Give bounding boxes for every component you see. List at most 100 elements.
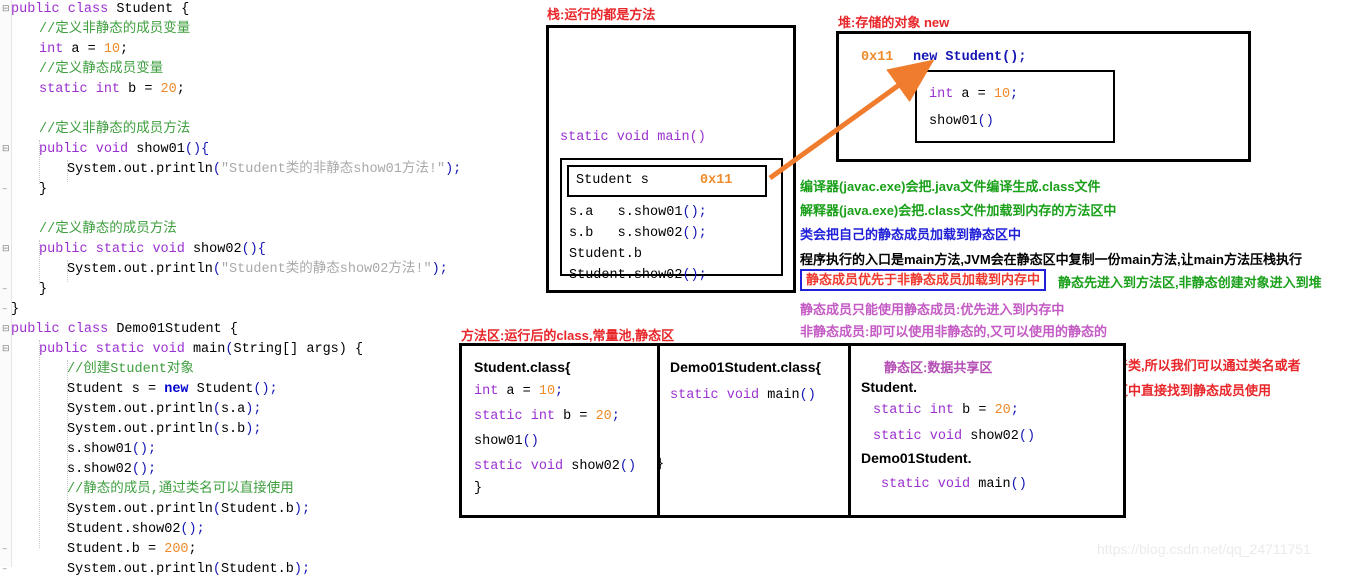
stack-box: static void main() Student s 0x11 s.a s.…: [546, 25, 796, 293]
code-line: }: [39, 180, 47, 200]
code-token: //定义静态成员变量: [39, 62, 164, 77]
code-token: public: [39, 342, 88, 357]
student-class-footer: }: [474, 481, 483, 496]
code-line: public class Student {: [11, 0, 189, 20]
method-area-line: show01(): [474, 434, 539, 449]
code-token: //定义非静态的成员方法: [39, 122, 191, 137]
code-line: public static void main(String[] args) {: [39, 340, 363, 360]
code-editor-pane[interactable]: ⊟ ⊟ – ⊟ – – ⊟ ⊟ – – public class Student { //定义非静态…: [0, 0, 461, 577]
static-area-line: static void show02(): [873, 429, 1036, 444]
note-static-member-rule: 静态成员只能使用静态成员:优先进入到内存中: [800, 302, 1065, 317]
code-line: System.out.println("Student类的静态show02方法!…: [67, 260, 448, 280]
code-token: );: [245, 422, 262, 437]
code-token: ();: [131, 462, 157, 477]
code-token: }: [39, 282, 48, 297]
fold-marker[interactable]: –: [2, 305, 10, 314]
fold-marker[interactable]: ⊟: [2, 345, 10, 354]
heap-field-line: show01(): [929, 114, 994, 129]
code-token: ;: [188, 542, 197, 557]
code-token: System.out.println: [67, 402, 213, 417]
code-token: class: [67, 322, 109, 337]
code-token: (: [212, 402, 221, 417]
code-token: show02: [184, 242, 242, 257]
student-class-lines: int a = 10; static int b = 20; show01() sta…: [474, 379, 636, 479]
method-area-line: int a = 10;: [474, 384, 564, 399]
code-line: System.out.println(s.a);: [67, 400, 261, 420]
stack-reference-slot: Student s 0x11: [567, 165, 767, 197]
stack-usage-line: Student.b: [569, 247, 642, 262]
code-line: //创建Student对象: [67, 360, 194, 380]
code-token: static: [95, 242, 145, 257]
stack-usage-list: s.a s.show01(); s.b s.show02(); Student.b S…: [569, 202, 707, 286]
code-line: public static void show02(){: [39, 240, 266, 260]
code-token: System.out.println: [67, 162, 213, 177]
demo-class-footer: }: [656, 457, 665, 472]
code-token: System.out.println: [67, 562, 213, 577]
stack-usage-line: s.b s.show02();: [569, 226, 707, 241]
code-line: System.out.println(Student.b);: [67, 560, 310, 580]
code-token: //静态的成员,通过类名可以直接使用: [67, 482, 294, 497]
fold-marker[interactable]: ⊟: [2, 245, 10, 254]
heap-object-fields: int a = 10; show01(): [929, 81, 1018, 135]
code-token: void: [152, 242, 185, 257]
code-token: ();: [131, 442, 157, 457]
stack-usage-line: Student.show02();: [569, 268, 707, 283]
note-interpreter: 解释器(java.exe)会把.class文件加载到内存的方法区中: [800, 203, 1117, 218]
code-token: (: [212, 262, 221, 277]
static-area-box: 静态区:数据共享区 Student. static int b = 20; sta…: [848, 343, 1126, 518]
code-token: String: [233, 342, 283, 357]
fold-marker[interactable]: ⊟: [2, 5, 10, 14]
code-token: (){: [184, 142, 210, 157]
code-token: 10: [103, 42, 121, 57]
code-token: Student s =: [67, 382, 165, 397]
code-token: void: [95, 142, 129, 157]
code-token: public: [11, 2, 60, 17]
code-token: (: [212, 162, 221, 177]
code-token: s.a: [220, 402, 246, 417]
code-token: }: [11, 302, 20, 317]
fold-marker[interactable]: –: [2, 545, 10, 554]
code-token: "Student类的非静态show01方法!": [220, 162, 446, 177]
code-token: Student: [108, 2, 182, 17]
code-line: System.out.println(s.b);: [67, 420, 261, 440]
stack-main-frame: Student s 0x11 s.a s.show01(); s.b s.show…: [560, 158, 783, 283]
code-line: System.out.println(Student.b);: [67, 500, 310, 520]
code-token: s.b: [220, 422, 246, 437]
code-token: (: [212, 562, 221, 577]
code-token: System.out.println: [67, 422, 213, 437]
fold-marker[interactable]: –: [2, 185, 10, 194]
code-line: s.show02();: [67, 460, 156, 480]
code-line: public class Demo01Student {: [11, 320, 238, 340]
code-token: Student.b: [220, 562, 294, 577]
code-token: }: [39, 182, 48, 197]
student-class-header: Student.class{: [474, 359, 571, 375]
code-token: int: [95, 82, 121, 97]
static-area-line: static int b = 20;: [873, 403, 1019, 418]
code-token: ();: [180, 522, 205, 537]
heap-address: 0x11: [861, 50, 894, 65]
note-static-vs-nonstatic-area: 静态先进入到方法区,非静态创建对象进入到堆: [1058, 275, 1322, 290]
fold-marker[interactable]: –: [2, 285, 10, 294]
code-token: void: [152, 342, 185, 357]
heap-object-box: int a = 10; show01(): [915, 70, 1115, 143]
code-token: [] args) {: [282, 342, 364, 357]
demo-class-header: Demo01Student.class{: [670, 359, 821, 375]
code-line: Student.show02();: [67, 520, 205, 540]
code-token: Student: [188, 382, 254, 397]
fold-marker[interactable]: ⊟: [2, 145, 10, 154]
stack-ref-var: Student s: [576, 173, 649, 188]
fold-marker[interactable]: –: [2, 565, 10, 574]
static-area-title: 静态区:数据共享区: [884, 360, 993, 375]
code-line: Student s = new Student();: [67, 380, 278, 400]
fold-marker[interactable]: ⊟: [2, 325, 10, 334]
static-area-group-student: Student.: [861, 379, 917, 395]
code-line: //定义静态成员变量: [39, 60, 163, 80]
code-line: System.out.println("Student类的非静态show01方法…: [67, 160, 461, 180]
code-token: int: [39, 42, 64, 57]
method-area-line: static int b = 20;: [474, 409, 620, 424]
method-area-box: Student.class{ int a = 10; static int b =…: [459, 343, 865, 518]
code-token: System.out.println: [67, 262, 213, 277]
